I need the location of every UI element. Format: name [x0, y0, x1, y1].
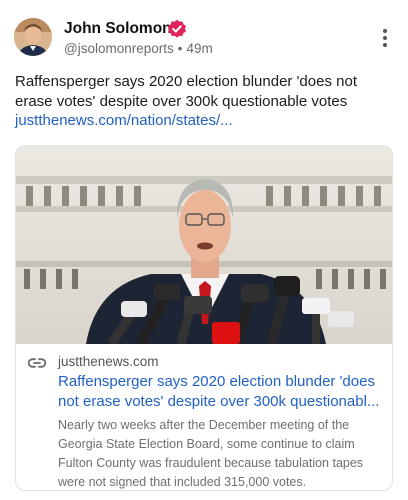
link-preview-image [16, 146, 392, 344]
link-preview-card[interactable]: justthenews.com Raffensperger says 2020 … [15, 145, 393, 491]
post-link[interactable]: justthenews.com/nation/states/... [15, 111, 233, 131]
post-header: John Solomon @jsolomonreports • 49m [14, 16, 394, 60]
link-icon [28, 358, 46, 368]
verified-badge-icon [168, 19, 186, 38]
author-handle[interactable]: @jsolomonreports [64, 41, 174, 56]
more-vertical-icon[interactable] [382, 29, 388, 49]
post-text: Raffensperger says 2020 election blunder… [15, 73, 357, 110]
link-preview-description: Nearly two weeks after the December meet… [58, 418, 364, 489]
post-card: John Solomon @jsolomonreports • 49m Raffen… [0, 0, 408, 500]
link-preview-domain: justthenews.com [58, 354, 159, 369]
author-name[interactable]: John Solomon [64, 20, 172, 38]
avatar[interactable] [14, 18, 52, 56]
link-preview-body: justthenews.com Raffensperger says 2020 … [16, 344, 392, 490]
post-time[interactable]: 49m [186, 41, 212, 56]
author-meta: @jsolomonreports • 49m [64, 41, 213, 56]
link-preview-title[interactable]: Raffensperger says 2020 election blunder… [58, 372, 384, 412]
meta-separator: • [177, 41, 183, 56]
